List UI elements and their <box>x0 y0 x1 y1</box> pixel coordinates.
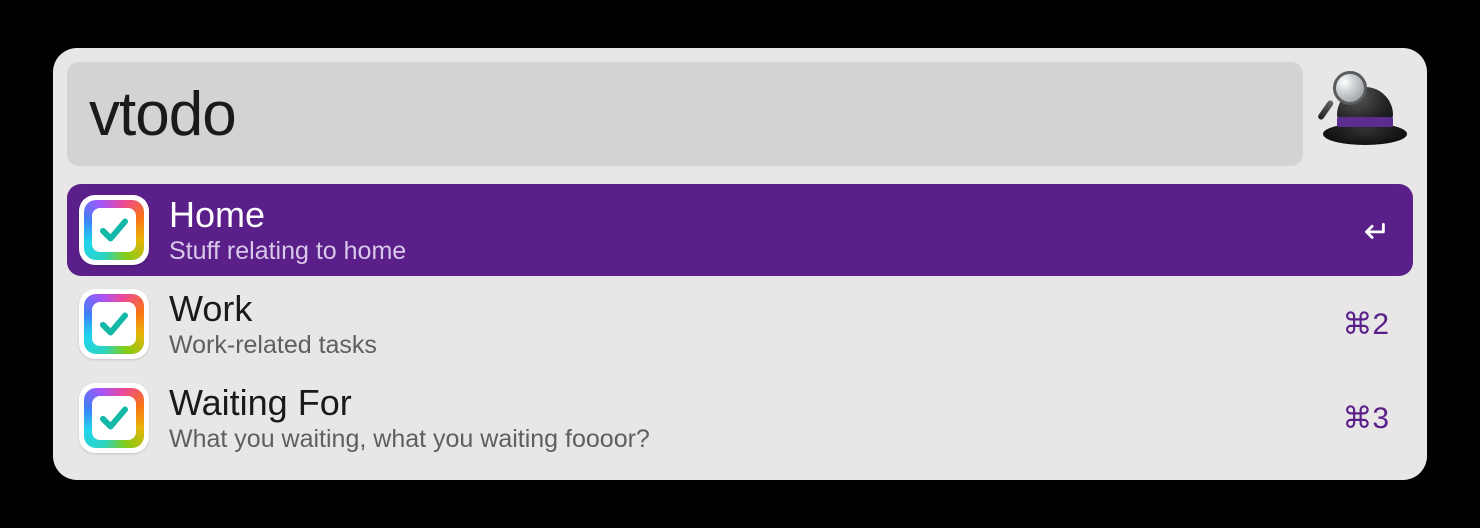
result-subtitle: Stuff relating to home <box>169 237 1359 266</box>
result-subtitle: Work-related tasks <box>169 331 1342 360</box>
result-shortcut <box>1359 215 1389 245</box>
return-key-icon <box>1359 215 1389 245</box>
checkmark-icon <box>97 213 131 247</box>
launcher-panel: Home Stuff relating to home Work Work-re… <box>53 48 1427 480</box>
result-title: Home <box>169 194 1359 235</box>
result-subtitle: What you waiting, what you waiting foooo… <box>169 425 1342 454</box>
result-title: Work <box>169 288 1342 329</box>
search-input[interactable] <box>89 79 1281 150</box>
checkmark-icon <box>97 307 131 341</box>
alfred-logo-icon <box>1315 65 1413 163</box>
todo-app-icon <box>77 287 151 361</box>
result-item[interactable]: Work Work-related tasks ⌘2 <box>67 278 1413 370</box>
result-text: Work Work-related tasks <box>169 288 1342 360</box>
result-shortcut: ⌘2 <box>1342 307 1389 342</box>
result-title: Waiting For <box>169 382 1342 423</box>
result-shortcut: ⌘3 <box>1342 401 1389 436</box>
results-list: Home Stuff relating to home Work Work-re… <box>67 184 1413 464</box>
checkmark-icon <box>97 401 131 435</box>
search-row <box>67 62 1413 166</box>
result-text: Home Stuff relating to home <box>169 194 1359 266</box>
search-box[interactable] <box>67 62 1303 166</box>
magnifier-icon <box>1325 71 1371 117</box>
todo-app-icon <box>77 381 151 455</box>
todo-app-icon <box>77 193 151 267</box>
result-item[interactable]: Home Stuff relating to home <box>67 184 1413 276</box>
result-text: Waiting For What you waiting, what you w… <box>169 382 1342 454</box>
result-item[interactable]: Waiting For What you waiting, what you w… <box>67 372 1413 464</box>
